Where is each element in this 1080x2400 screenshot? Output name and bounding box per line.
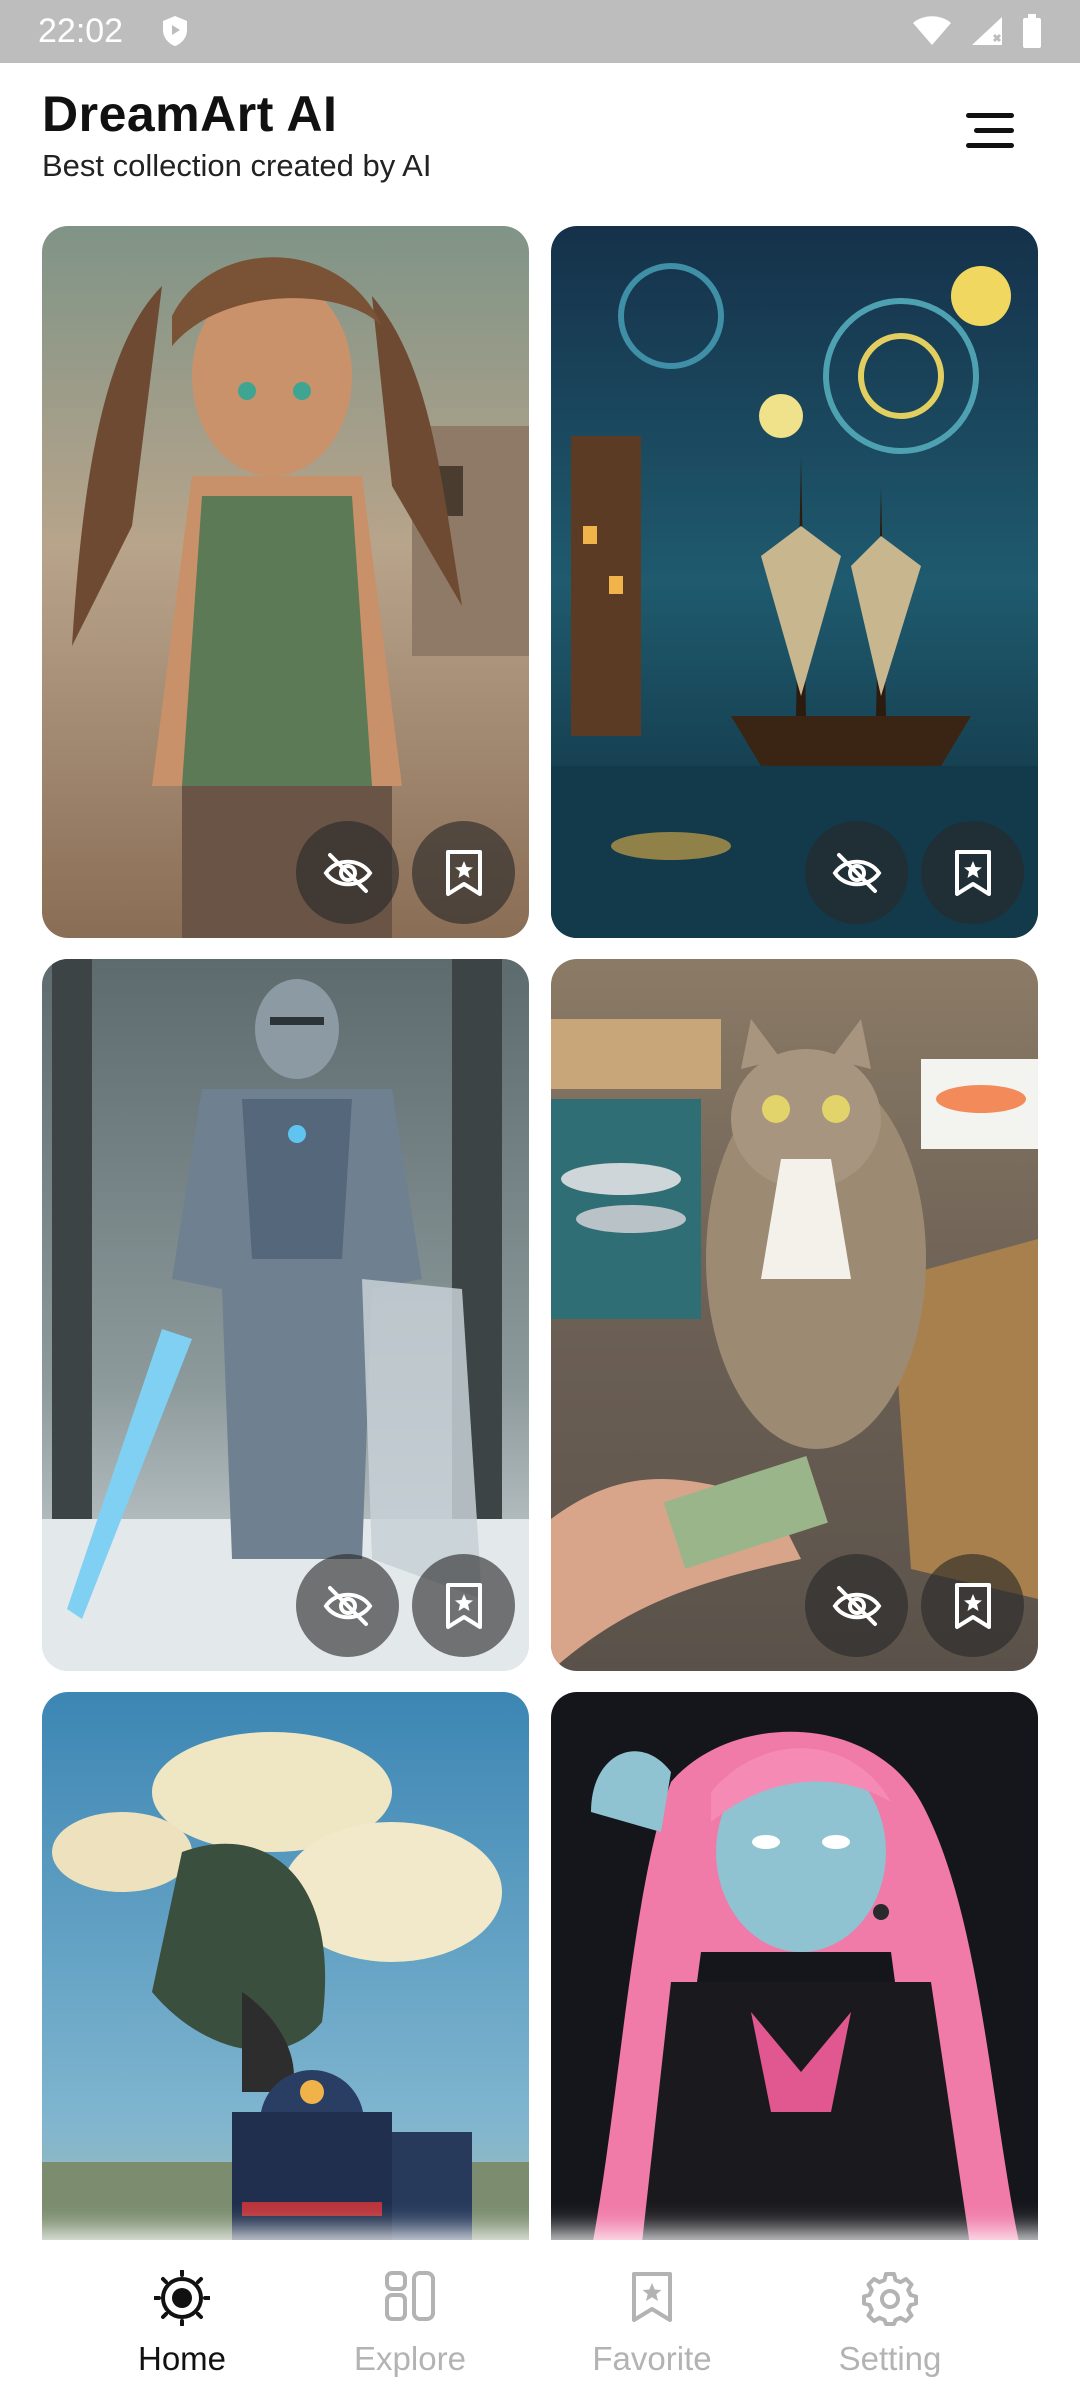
- shield-icon: [160, 14, 190, 53]
- art-card-warrior-woman[interactable]: [42, 226, 529, 938]
- eye-off-icon: [832, 852, 881, 893]
- app-header: DreamArt AI Best collection created by A…: [0, 63, 1080, 223]
- eye-off-icon: [832, 1585, 881, 1626]
- nav-label-favorite: Favorite: [592, 2340, 712, 2377]
- bookmark-button[interactable]: [412, 1554, 515, 1657]
- bookmark-icon: [954, 1582, 991, 1629]
- battery-icon: [1022, 14, 1042, 53]
- eye-off-icon: [323, 852, 372, 893]
- hide-button[interactable]: [805, 1554, 908, 1657]
- explore-grid-icon: [385, 2271, 435, 2321]
- nav-setting[interactable]: Setting: [780, 2240, 1000, 2400]
- bookmark-icon: [954, 849, 991, 896]
- wifi-icon: [912, 15, 952, 52]
- bookmark-button[interactable]: [921, 1554, 1024, 1657]
- art-card-armored-knight[interactable]: [42, 959, 529, 1671]
- image-grid: [0, 225, 1080, 2240]
- bookmark-icon: [632, 2272, 672, 2322]
- signal-icon: [970, 15, 1004, 52]
- art-card-market-cat[interactable]: [551, 959, 1038, 1671]
- art-card-steam-train[interactable]: [42, 1692, 529, 2240]
- home-target-icon: [154, 2270, 210, 2326]
- menu-button[interactable]: [962, 107, 1018, 155]
- hide-button[interactable]: [296, 1554, 399, 1657]
- art-card-starry-ship[interactable]: [551, 226, 1038, 938]
- bottom-nav: Home Explore Favorite Setting: [0, 2240, 1080, 2400]
- bookmark-icon: [445, 1582, 482, 1629]
- menu-icon: [966, 113, 1014, 148]
- gear-icon: [862, 2272, 918, 2326]
- status-bar: 22:02: [0, 0, 1080, 63]
- app-subtitle: Best collection created by AI: [42, 148, 432, 183]
- app-title: DreamArt AI: [42, 86, 338, 142]
- art-card-neon-girl[interactable]: [551, 1692, 1038, 2240]
- bookmark-icon: [445, 849, 482, 896]
- nav-favorite[interactable]: Favorite: [542, 2240, 762, 2400]
- nav-label-setting: Setting: [838, 2340, 942, 2377]
- artwork-image: [42, 1692, 529, 2240]
- nav-explore[interactable]: Explore: [300, 2240, 520, 2400]
- hide-button[interactable]: [296, 821, 399, 924]
- nav-home[interactable]: Home: [72, 2240, 292, 2400]
- bookmark-button[interactable]: [921, 821, 1024, 924]
- nav-label-home: Home: [137, 2340, 227, 2377]
- bookmark-button[interactable]: [412, 821, 515, 924]
- hide-button[interactable]: [805, 821, 908, 924]
- eye-off-icon: [323, 1585, 372, 1626]
- nav-label-explore: Explore: [354, 2340, 466, 2377]
- status-time: 22:02: [38, 12, 124, 50]
- artwork-image: [551, 1692, 1038, 2240]
